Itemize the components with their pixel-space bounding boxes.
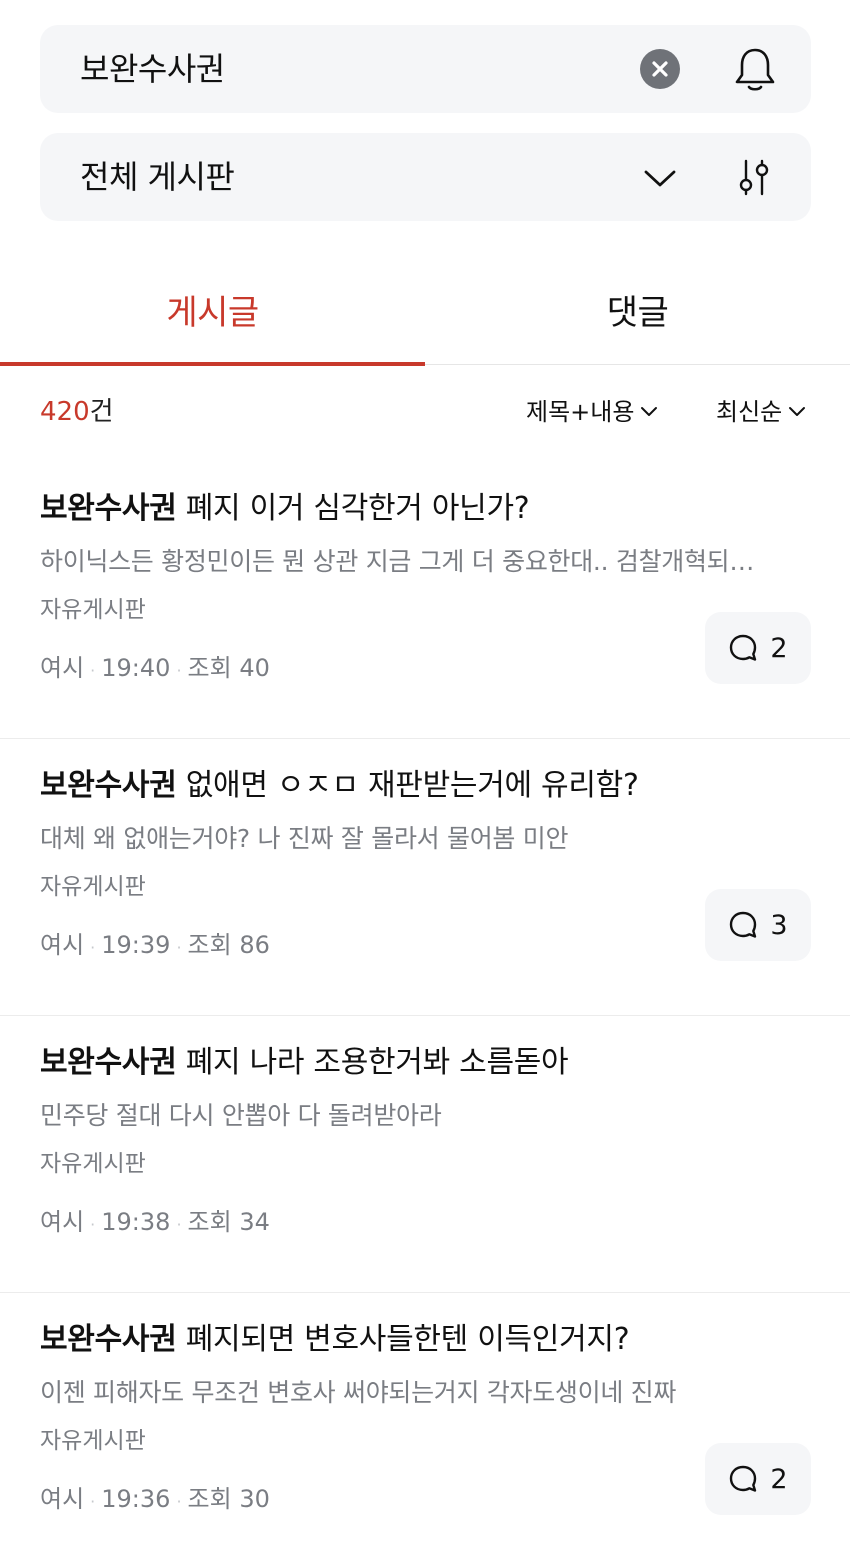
comment-bubble-icon — [730, 911, 757, 938]
post-title-keyword: 보완수사권 — [40, 1045, 177, 1080]
meta-separator: · — [90, 661, 96, 680]
sliders-icon[interactable] — [734, 157, 774, 197]
post-title-keyword: 보완수사권 — [40, 768, 177, 803]
board-selector[interactable]: 전체 게시판 — [40, 133, 811, 221]
post-author: 여시 — [40, 1208, 85, 1236]
post-views-label: 조회 — [187, 931, 232, 959]
meta-separator: · — [176, 938, 182, 957]
post-views-label: 조회 — [187, 654, 232, 682]
post-title-text: 폐지 나라 조용한거봐 소름돋아 — [176, 1045, 569, 1080]
post-time: 19:39 — [101, 931, 171, 959]
post-title: 보완수사권 폐지되면 변호사들한텐 이득인거지? — [40, 1315, 820, 1365]
result-count: 420건 — [40, 392, 114, 432]
post-title: 보완수사권 폐지 이거 심각한거 아닌가? — [40, 484, 820, 534]
post-views: 40 — [239, 654, 270, 682]
tab-comments[interactable]: 댓글 — [425, 255, 850, 363]
search-input[interactable]: 보완수사권 — [80, 25, 225, 113]
post-title-text: 폐지되면 변호사들한텐 이득인거지? — [176, 1322, 630, 1357]
meta-separator: · — [176, 1492, 182, 1511]
post-time: 19:38 — [101, 1208, 171, 1236]
chevron-down-icon — [641, 407, 658, 416]
post-views: 34 — [239, 1208, 270, 1236]
post-board: 자유게시판 — [40, 874, 146, 900]
meta-separator: · — [90, 1215, 96, 1234]
comment-bubble-icon — [730, 634, 757, 661]
chevron-down-icon — [789, 407, 806, 416]
comment-count: 3 — [770, 909, 788, 941]
post-meta: 여시 · 19:36 · 조회 30 — [40, 1479, 270, 1519]
post-meta: 여시 · 19:39 · 조회 86 — [40, 925, 270, 965]
search-results-page: 보완수사권 전체 게시판 게시글 댓글 420건 제목+내용 최신순 보완수사권… — [0, 0, 850, 1548]
post-title-keyword: 보완수사권 — [40, 491, 177, 526]
comment-count-button[interactable]: 2 — [705, 612, 811, 684]
post-item[interactable]: 보완수사권 폐지 나라 조용한거봐 소름돋아 민주당 절대 다시 안뽑아 다 돌… — [0, 1016, 850, 1293]
bell-icon[interactable] — [732, 45, 778, 93]
post-board: 자유게시판 — [40, 597, 146, 623]
result-count-number: 420 — [40, 397, 90, 427]
meta-separator: · — [176, 1215, 182, 1234]
meta-separator: · — [90, 1492, 96, 1511]
result-count-unit: 건 — [89, 397, 114, 427]
post-item[interactable]: 보완수사권 폐지되면 변호사들한텐 이득인거지? 이젠 피해자도 무조건 변호사… — [0, 1293, 850, 1548]
post-views-label: 조회 — [187, 1208, 232, 1236]
post-preview: 대체 왜 없애는거야? 나 진짜 잘 몰라서 물어봄 미안 — [40, 824, 569, 853]
post-preview: 민주당 절대 다시 안뽑아 다 돌려받아라 — [40, 1101, 442, 1130]
post-title-text: 없애면 ㅇㅈㅁ 재판받는거에 유리함? — [176, 768, 639, 803]
comment-count: 2 — [770, 1463, 788, 1495]
post-board: 자유게시판 — [40, 1151, 146, 1177]
board-selector-label: 전체 게시판 — [80, 158, 235, 196]
sort-order-label: 최신순 — [716, 398, 783, 426]
tab-posts[interactable]: 게시글 — [0, 255, 425, 363]
post-title-keyword: 보완수사권 — [40, 1322, 177, 1357]
post-title: 보완수사권 없애면 ㅇㅈㅁ 재판받는거에 유리함? — [40, 761, 820, 811]
meta-separator: · — [90, 938, 96, 957]
search-scope-dropdown[interactable]: 제목+내용 — [526, 392, 658, 432]
post-meta: 여시 · 19:40 · 조회 40 — [40, 648, 270, 688]
search-bar[interactable]: 보완수사권 — [40, 25, 811, 113]
comment-count-button[interactable]: 3 — [705, 889, 811, 961]
post-preview: 이젠 피해자도 무조건 변호사 써야되는거지 각자도생이네 진짜 — [40, 1378, 677, 1407]
post-item[interactable]: 보완수사권 없애면 ㅇㅈㅁ 재판받는거에 유리함? 대체 왜 없애는거야? 나 … — [0, 739, 850, 1016]
post-author: 여시 — [40, 654, 85, 682]
search-scope-label: 제목+내용 — [526, 398, 635, 426]
comment-count-button[interactable]: 2 — [705, 1443, 811, 1515]
post-views: 86 — [239, 931, 270, 959]
close-circle-icon[interactable] — [640, 49, 680, 89]
post-views-label: 조회 — [187, 1485, 232, 1513]
post-title: 보완수사권 폐지 나라 조용한거봐 소름돋아 — [40, 1038, 820, 1088]
comment-count: 2 — [770, 632, 788, 664]
meta-separator: · — [176, 661, 182, 680]
sort-order-dropdown[interactable]: 최신순 — [716, 392, 806, 432]
comment-bubble-icon — [730, 1465, 757, 1492]
post-author: 여시 — [40, 1485, 85, 1513]
post-meta: 여시 · 19:38 · 조회 34 — [40, 1202, 270, 1242]
post-title-text: 폐지 이거 심각한거 아닌가? — [176, 491, 530, 526]
result-tabs: 게시글 댓글 — [0, 255, 850, 366]
post-preview: 하이닉스든 황정민이든 뭔 상관 지금 그게 더 중요한대.. 검찰개혁되… — [40, 547, 755, 576]
post-board: 자유게시판 — [40, 1428, 146, 1454]
post-views: 30 — [239, 1485, 270, 1513]
active-tab-indicator — [0, 362, 425, 366]
post-time: 19:36 — [101, 1485, 171, 1513]
post-time: 19:40 — [101, 654, 171, 682]
post-item[interactable]: 보완수사권 폐지 이거 심각한거 아닌가? 하이닉스든 황정민이든 뭔 상관 지… — [0, 462, 850, 739]
post-author: 여시 — [40, 931, 85, 959]
chevron-down-icon[interactable] — [642, 163, 678, 193]
